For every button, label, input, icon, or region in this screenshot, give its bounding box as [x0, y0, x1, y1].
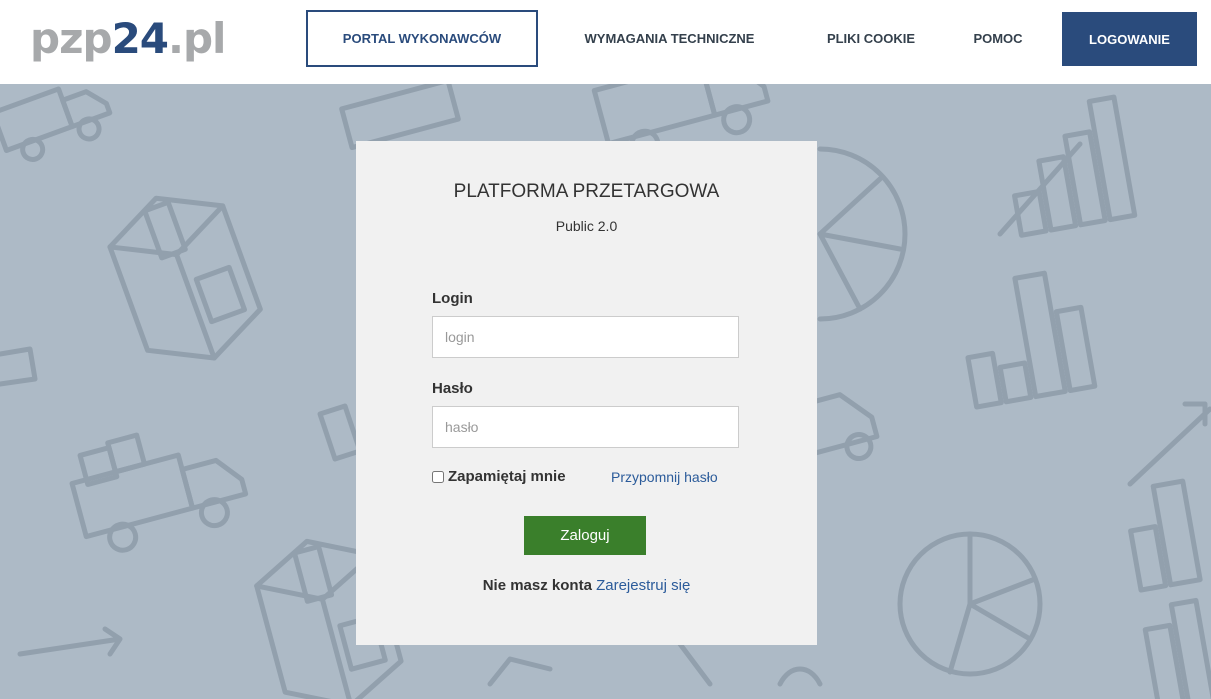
- nav-pomoc[interactable]: POMOC: [952, 10, 1044, 67]
- register-question: Nie masz konta: [482, 577, 592, 594]
- login-label: Login: [432, 290, 473, 307]
- top-header: pzp24.pl PORTAL WYKONAWCÓW WYMAGANIA TEC…: [0, 0, 1211, 84]
- platform-subtitle: Public 2.0: [555, 218, 618, 234]
- bar-chart-icon: [1012, 94, 1138, 238]
- logo-number: 24: [111, 14, 169, 63]
- register-row: Nie masz konta Zarejestruj się: [356, 577, 817, 594]
- login-card: PLATFORMA PRZETARGOWA Public 2.0 Login H…: [356, 141, 817, 645]
- nav-pliki-cookie[interactable]: PLIKI COOKIE: [806, 10, 936, 67]
- remember-me[interactable]: Zapamiętaj mnie: [432, 468, 566, 485]
- password-label: Hasło: [432, 380, 473, 397]
- decorative-shape: [487, 641, 823, 687]
- bar-chart-icon: [1128, 478, 1203, 593]
- login-submit-button[interactable]: Zaloguj: [524, 516, 646, 555]
- arrow-icon: [1127, 401, 1211, 487]
- remember-me-label: Zapamiętaj mnie: [448, 468, 566, 485]
- site-logo[interactable]: pzp24.pl: [30, 14, 226, 63]
- box-icon: [107, 195, 263, 361]
- nav-wymagania-techniczne[interactable]: WYMAGANIA TECHNICZNE: [552, 10, 787, 67]
- nav-logowanie-button[interactable]: LOGOWANIE: [1062, 12, 1197, 66]
- platform-title: PLATFORMA PRZETARGOWA: [453, 181, 720, 202]
- remember-me-checkbox[interactable]: [432, 470, 444, 483]
- truck-icon: [69, 432, 249, 553]
- bar-chart-icon: [965, 270, 1098, 410]
- forgot-password-link[interactable]: Przypomnij hasło: [611, 469, 718, 485]
- truck-icon: [0, 86, 113, 162]
- login-input[interactable]: [432, 316, 739, 358]
- bar-chart-icon: [0, 346, 38, 387]
- password-input[interactable]: [432, 406, 739, 448]
- bar-chart-icon: [1142, 597, 1211, 699]
- nav-portal-wykonawcow[interactable]: PORTAL WYKONAWCÓW: [306, 10, 538, 67]
- logo-prefix: pzp: [30, 14, 113, 63]
- bar-chart-icon: [317, 403, 363, 462]
- register-link[interactable]: Zarejestruj się: [596, 577, 690, 594]
- box-icon: [339, 84, 461, 151]
- logo-suffix: .pl: [168, 14, 226, 63]
- pie-chart-icon: [817, 146, 908, 322]
- pie-chart-icon: [897, 531, 1043, 677]
- arrow-icon: [17, 626, 123, 657]
